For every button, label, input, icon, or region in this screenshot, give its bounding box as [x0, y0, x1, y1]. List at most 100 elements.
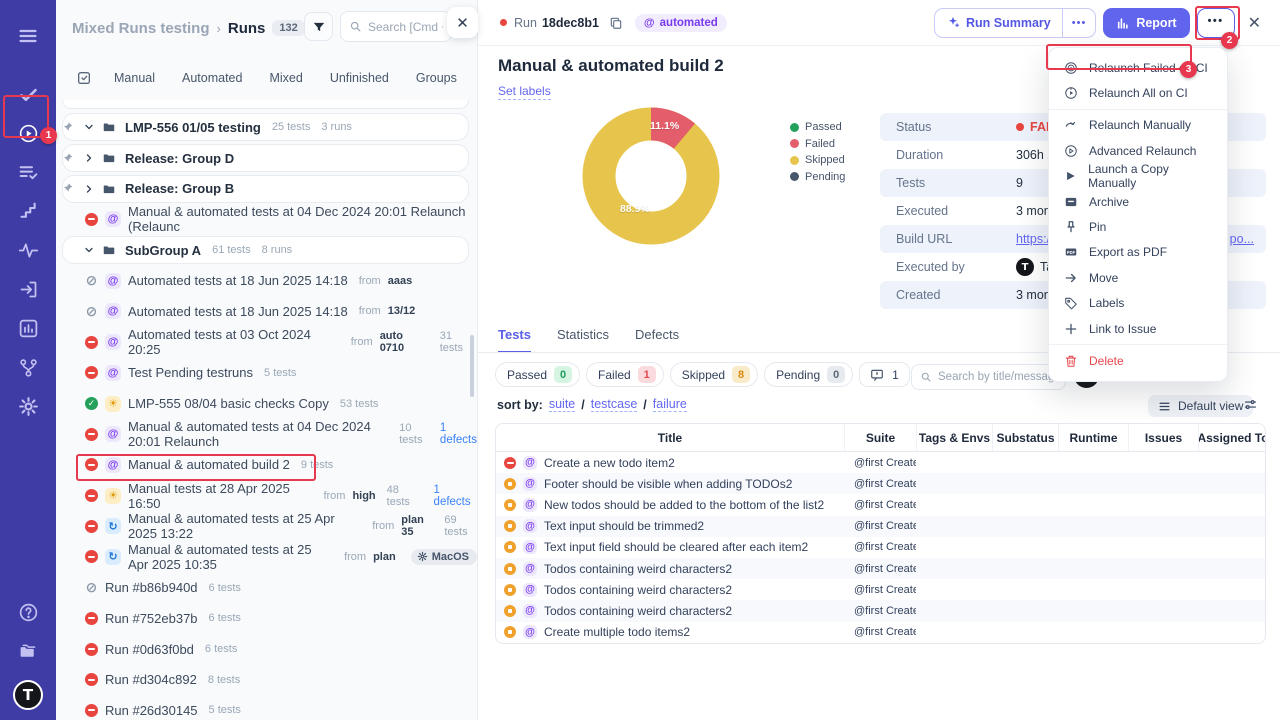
tab-statistics[interactable]: Statistics	[557, 327, 609, 353]
filter-tab-mixed[interactable]: Mixed	[269, 71, 302, 85]
filter-chip-pending[interactable]: Pending0	[764, 362, 853, 387]
run-list-item[interactable]: Run #b86b940d6 tests	[56, 572, 477, 603]
view-settings-icon[interactable]	[1243, 397, 1258, 412]
filter-chip-failed[interactable]: Failed1	[586, 362, 664, 387]
defects-link[interactable]: 1 defects	[434, 484, 477, 508]
test-row[interactable]: @Create a new todo item2@first Create ..…	[496, 452, 1265, 473]
tab-defects[interactable]: Defects	[635, 327, 679, 353]
gear-icon[interactable]	[8, 387, 48, 426]
test-row[interactable]: @Todos containing weird characters2@firs…	[496, 600, 1265, 621]
menu-item-labels[interactable]: Labels	[1049, 291, 1227, 316]
copy-icon[interactable]	[609, 16, 623, 30]
menu-item-launch-a-copy-manually[interactable]: Launch a Copy Manually	[1049, 164, 1227, 189]
run-list-item[interactable]: @Automated tests at 18 Jun 2025 14:18fro…	[56, 296, 477, 327]
build-url-link[interactable]: po...	[1230, 232, 1254, 246]
run-list-item[interactable]: Run #26d301455 tests	[56, 695, 477, 720]
menu-item-relaunch-all-on-ci[interactable]: Relaunch All on CI	[1049, 80, 1227, 105]
sort-option-testcase[interactable]: testcase	[591, 397, 638, 412]
runs-search-input[interactable]	[368, 20, 443, 34]
filter-chip-passed[interactable]: Passed0	[495, 362, 580, 387]
run-list-item[interactable]: Run #d304c8928 tests	[56, 664, 477, 695]
run-list-item[interactable]: ↻Manual & automated tests at 25 Apr 2025…	[56, 511, 477, 542]
group-row[interactable]: LMP-556 01/05 testing25 tests3 runs	[56, 112, 477, 143]
column-header-suite[interactable]: Suite	[844, 424, 916, 451]
run-list-item[interactable]: @Test Pending testruns5 tests	[56, 358, 477, 389]
group-card[interactable]: Release: Group B	[62, 175, 469, 203]
list-check-icon[interactable]	[8, 153, 48, 192]
automated-badge[interactable]: @ automated	[635, 14, 727, 32]
set-labels-link[interactable]: Set labels	[498, 84, 551, 100]
tab-tests[interactable]: Tests	[498, 327, 531, 353]
test-row[interactable]: @Create multiple todo items2@first Creat…	[496, 622, 1265, 643]
column-header-title[interactable]: Title	[496, 424, 844, 451]
test-row[interactable]: @Text input should be trimmed2@first Cre…	[496, 516, 1265, 537]
detail-value[interactable]: https:/	[1016, 232, 1050, 246]
test-row[interactable]: @Text input field should be cleared afte…	[496, 537, 1265, 558]
tests-search-input[interactable]	[938, 371, 1057, 383]
default-view-button[interactable]: Default view	[1148, 395, 1253, 417]
test-row[interactable]: @New todos should be added to the bottom…	[496, 494, 1265, 515]
group-card[interactable]: Release: Group D	[62, 144, 469, 172]
chevron-down-icon[interactable]	[83, 121, 95, 133]
group-card[interactable]: SubGroup A61 tests8 runs	[62, 236, 469, 264]
filter-tab-automated[interactable]: Automated	[182, 71, 242, 85]
select-all-icon[interactable]	[76, 70, 92, 86]
close-icon[interactable]: ✕	[1248, 13, 1261, 33]
report-button[interactable]: Report	[1103, 8, 1189, 38]
panel-close-button[interactable]: ✕	[447, 7, 478, 38]
menu-item-link-to-issue[interactable]: Link to Issue	[1049, 316, 1227, 341]
breadcrumb-section[interactable]: Runs	[228, 20, 266, 37]
menu-item-move[interactable]: Move	[1049, 265, 1227, 290]
column-header-runtime[interactable]: Runtime	[1058, 424, 1128, 451]
filter-funnel-button[interactable]	[304, 12, 333, 41]
run-list-item[interactable]: @Automated tests at 18 Jun 2025 14:18fro…	[56, 265, 477, 296]
test-row[interactable]: @Todos containing weird characters2@firs…	[496, 558, 1265, 579]
group-row[interactable]: Release: Group D	[56, 143, 477, 174]
test-row[interactable]: @Todos containing weird characters2@firs…	[496, 579, 1265, 600]
run-list-item[interactable]: @Manual & automated tests at 04 Dec 2024…	[56, 204, 477, 235]
column-header-tags-envs[interactable]: Tags & Envs	[916, 424, 992, 451]
filter-tab-groups[interactable]: Groups	[416, 71, 457, 85]
import-icon[interactable]	[8, 270, 48, 309]
chart-icon[interactable]	[8, 309, 48, 348]
filter-tab-unfinished[interactable]: Unfinished	[330, 71, 389, 85]
run-list-item[interactable]: @Manual & automated tests at 04 Dec 2024…	[56, 419, 477, 450]
test-row[interactable]: @Footer should be visible when adding TO…	[496, 473, 1265, 494]
steps-icon[interactable]	[8, 192, 48, 231]
menu-icon[interactable]	[8, 16, 48, 55]
filter-chip-skipped[interactable]: Skipped8	[670, 362, 758, 387]
menu-item-relaunch-failed-on-ci[interactable]: Relaunch Failed on CI	[1049, 55, 1227, 80]
breadcrumb-project[interactable]: Mixed Runs testing	[72, 20, 210, 37]
run-list-item[interactable]: Run #0d63f0bd6 tests	[56, 634, 477, 665]
check-icon[interactable]	[8, 75, 48, 114]
column-header-issues[interactable]: Issues	[1128, 424, 1198, 451]
group-row[interactable]: SubGroup A61 tests8 runs	[56, 235, 477, 266]
run-list-item[interactable]: ☀LMP-555 08/04 basic checks Copy53 tests	[56, 388, 477, 419]
run-list-item[interactable]: ↻Manual & automated tests at 25 Apr 2025…	[56, 542, 477, 573]
run-summary-button[interactable]: Run Summary •••	[934, 8, 1096, 38]
column-header-substatus[interactable]: Substatus	[992, 424, 1058, 451]
menu-item-archive[interactable]: Archive	[1049, 189, 1227, 214]
menu-item-advanced-relaunch[interactable]: Advanced Relaunch	[1049, 138, 1227, 163]
user-avatar[interactable]: T	[13, 680, 43, 710]
chevron-right-icon[interactable]	[83, 152, 95, 164]
scrollbar-thumb[interactable]	[470, 335, 474, 397]
comments-chip[interactable]: 1	[859, 362, 910, 387]
run-list-item[interactable]: @Automated tests at 03 Oct 2024 20:25fro…	[56, 327, 477, 358]
menu-item-relaunch-manually[interactable]: Relaunch Manually	[1049, 113, 1227, 138]
run-summary-more-button[interactable]: •••	[1062, 9, 1096, 37]
branch-icon[interactable]	[8, 348, 48, 387]
chevron-down-icon[interactable]	[83, 244, 95, 256]
sort-option-failure[interactable]: failure	[653, 397, 687, 412]
sort-option-suite[interactable]: suite	[549, 397, 575, 412]
filter-tab-manual[interactable]: Manual	[114, 71, 155, 85]
menu-item-pin[interactable]: Pin	[1049, 214, 1227, 239]
help-icon[interactable]	[8, 593, 48, 632]
menu-item-export-as-pdf[interactable]: PDFExport as PDF	[1049, 240, 1227, 265]
column-header-assigned-to[interactable]: Assigned To	[1198, 424, 1266, 451]
defects-link[interactable]: 1 defects	[440, 422, 477, 446]
pulse-icon[interactable]	[8, 231, 48, 270]
run-list-item[interactable]: ☀Manual tests at 28 Apr 2025 16:50fromhi…	[56, 480, 477, 511]
chevron-right-icon[interactable]	[83, 183, 95, 195]
run-list-item[interactable]: @Manual & automated build 29 tests	[56, 450, 477, 481]
